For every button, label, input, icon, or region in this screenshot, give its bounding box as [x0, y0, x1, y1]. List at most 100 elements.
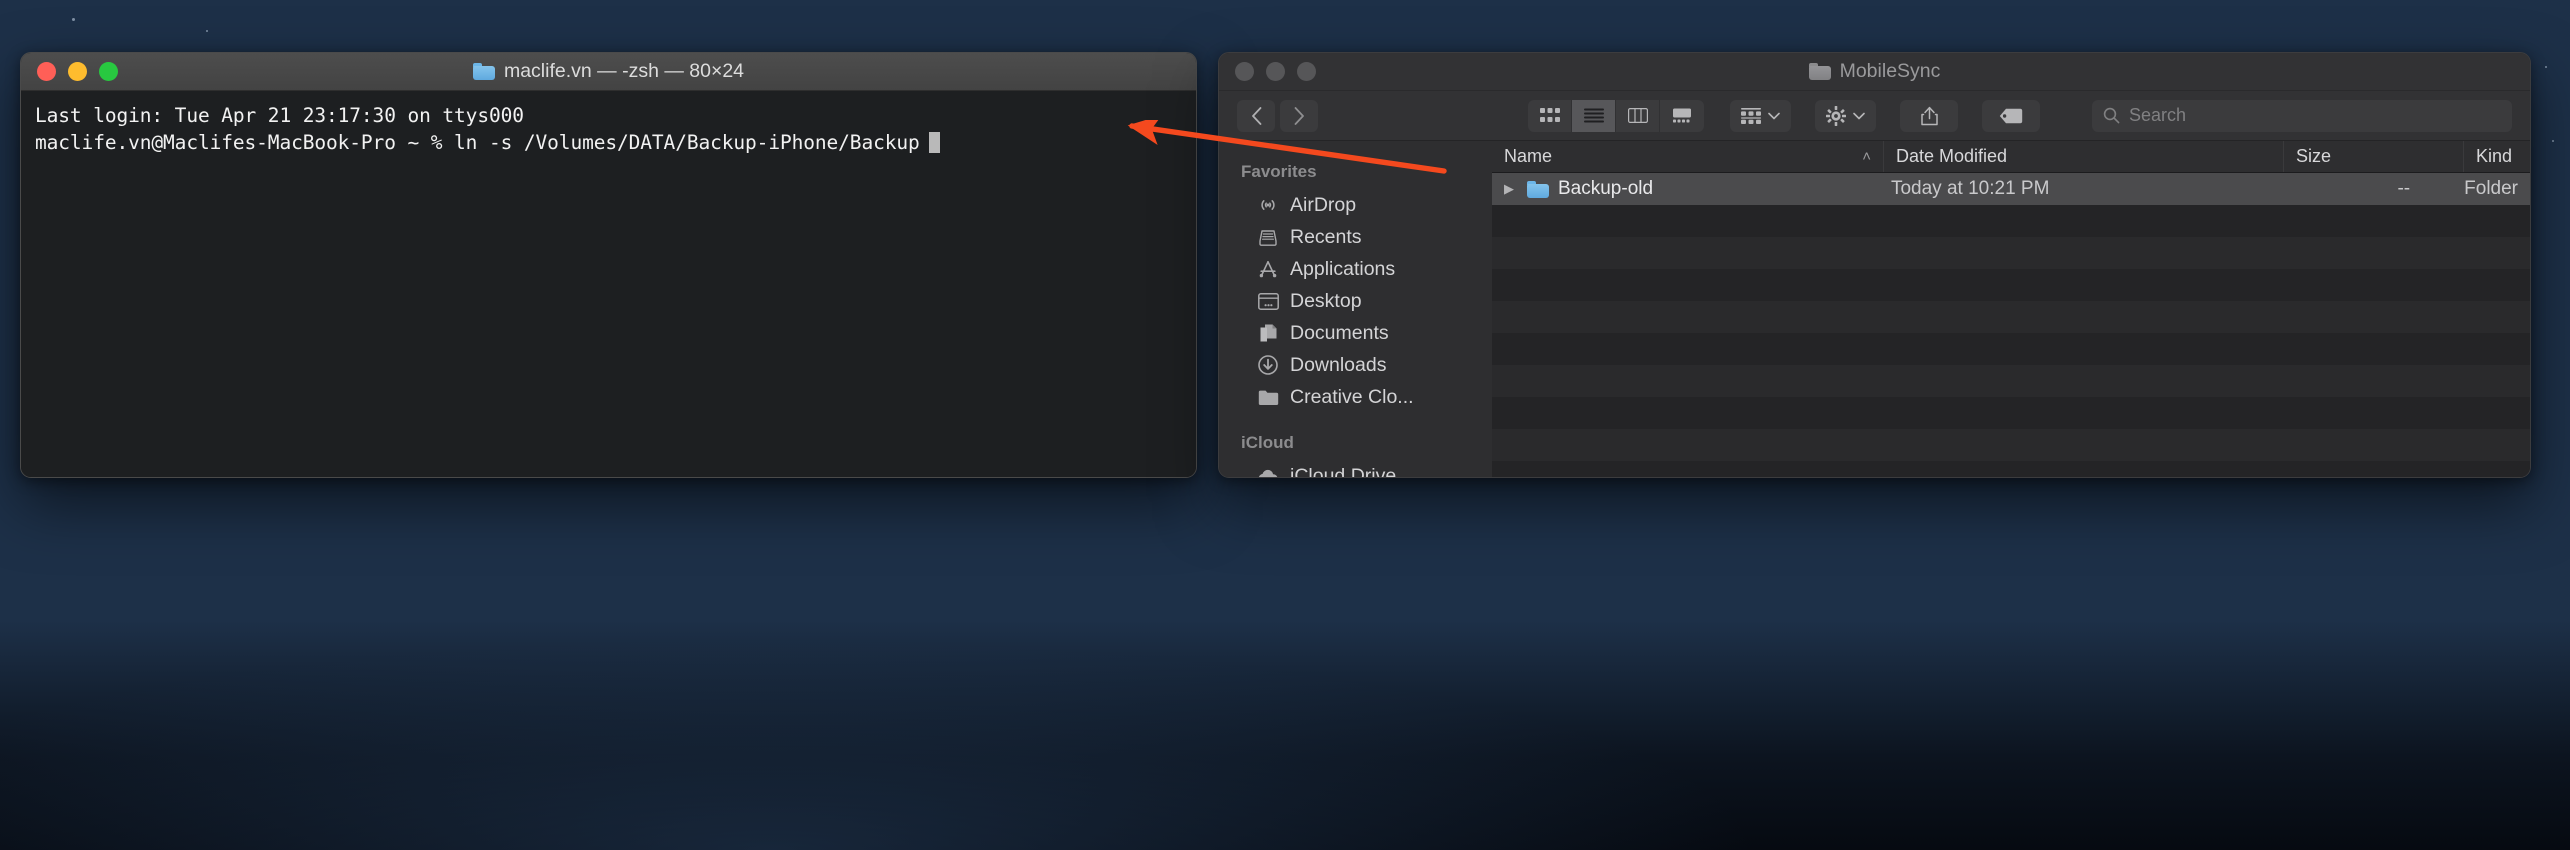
terminal-line-1: Last login: Tue Apr 21 23:17:30 on ttys0… [35, 104, 524, 127]
cell-size: -- [2274, 173, 2452, 205]
empty-row [1492, 301, 2530, 333]
column-header-date-modified[interactable]: Date Modified [1884, 141, 2284, 172]
sidebar-item-recents[interactable]: Recents [1219, 221, 1492, 253]
empty-row [1492, 429, 2530, 461]
chevron-left-icon [1251, 107, 1262, 125]
airdrop-icon [1257, 194, 1279, 216]
column-header-name[interactable]: Name ˄ [1492, 141, 1884, 172]
downloads-icon [1257, 354, 1279, 376]
terminal-title-text: maclife.vn — -zsh — 80×24 [504, 60, 744, 83]
folder-icon [1809, 63, 1831, 80]
chevron-down-icon [1768, 112, 1780, 120]
columns-icon [1628, 108, 1648, 123]
gallery-view-button[interactable] [1660, 100, 1704, 132]
chevron-down-icon [1853, 112, 1865, 120]
sidebar-item-desktop[interactable]: Desktop [1219, 285, 1492, 317]
empty-row [1492, 237, 2530, 269]
sidebar-item-airdrop[interactable]: AirDrop [1219, 189, 1492, 221]
sidebar-header-icloud: iCloud [1219, 413, 1492, 460]
sidebar-item-creative-cloud[interactable]: Creative Clo... [1219, 381, 1492, 413]
terminal-window[interactable]: maclife.vn — -zsh — 80×24 Last login: Tu… [20, 52, 1197, 478]
sort-ascending-icon: ˄ [1862, 148, 1871, 165]
share-icon [1921, 106, 1938, 126]
column-label: Name [1504, 146, 1552, 167]
folder-icon [1257, 386, 1279, 408]
sidebar-item-label: iCloud Drive [1290, 465, 1396, 478]
column-header-kind[interactable]: Kind [2464, 141, 2530, 172]
sidebar-item-label: Creative Clo... [1290, 386, 1414, 409]
terminal-title-group: maclife.vn — -zsh — 80×24 [21, 53, 1196, 90]
finder-title-group: MobileSync [1219, 53, 2530, 90]
sidebar-header-favorites: Favorites [1219, 153, 1492, 189]
sidebar-item-downloads[interactable]: Downloads [1219, 349, 1492, 381]
empty-row [1492, 269, 2530, 301]
group-by-button[interactable] [1730, 100, 1791, 132]
search-icon [2103, 107, 2120, 124]
sidebar-item-label: Applications [1290, 258, 1395, 281]
close-button[interactable] [1235, 62, 1254, 81]
minimize-button[interactable] [1266, 62, 1285, 81]
star [206, 30, 208, 32]
sidebar-item-applications[interactable]: Applications [1219, 253, 1492, 285]
finder-traffic-lights [1219, 62, 1316, 81]
close-button[interactable] [37, 62, 56, 81]
block-cursor [929, 132, 940, 153]
action-gear-button[interactable] [1815, 100, 1876, 132]
tag-button[interactable] [1982, 100, 2040, 132]
empty-row [1492, 397, 2530, 429]
finder-sidebar: Favorites AirDrop [1219, 141, 1492, 477]
icon-view-button[interactable] [1528, 100, 1572, 132]
recents-icon [1257, 226, 1279, 248]
finder-toolbar: Search [1219, 91, 2530, 141]
group-icon [1741, 108, 1761, 124]
table-row[interactable]: ▶ Backup-old Today at 10:21 PM -- Folder [1492, 173, 2530, 205]
sidebar-item-label: Downloads [1290, 354, 1386, 377]
empty-row [1492, 205, 2530, 237]
empty-row [1492, 461, 2530, 477]
gallery-icon [1672, 108, 1692, 123]
file-list: Name ˄ Date Modified Size Kind ▶ [1492, 141, 2530, 477]
column-header-size[interactable]: Size [2284, 141, 2464, 172]
cell-kind: Folder [2452, 173, 2530, 205]
file-name: Backup-old [1558, 178, 1653, 200]
share-button[interactable] [1900, 100, 1958, 132]
sidebar-item-label: Recents [1290, 226, 1362, 249]
cloud-icon [1257, 465, 1279, 477]
terminal-line-2: maclife.vn@Maclifes-MacBook-Pro ~ % ln -… [35, 131, 920, 154]
forward-button[interactable] [1280, 100, 1318, 132]
terminal-output[interactable]: Last login: Tue Apr 21 23:17:30 on ttys0… [21, 91, 1196, 477]
star [72, 18, 75, 21]
zoom-button[interactable] [1297, 62, 1316, 81]
finder-title-text: MobileSync [1840, 60, 1941, 83]
navigation-buttons [1237, 100, 1318, 132]
finder-window[interactable]: MobileSync [1218, 52, 2531, 478]
star [2545, 66, 2547, 68]
minimize-button[interactable] [68, 62, 87, 81]
search-placeholder: Search [2129, 105, 2186, 126]
folder-icon [1527, 181, 1549, 198]
chevron-right-icon [1294, 107, 1305, 125]
back-button[interactable] [1237, 100, 1275, 132]
search-field[interactable]: Search [2092, 100, 2512, 132]
sidebar-item-icloud-drive[interactable]: iCloud Drive [1219, 460, 1492, 477]
column-label: Kind [2476, 146, 2512, 167]
desktop-wallpaper-lower [0, 620, 2570, 850]
column-label: Date Modified [1896, 146, 2007, 167]
cell-name: ▶ Backup-old [1492, 173, 1879, 205]
star [2552, 140, 2554, 142]
zoom-button[interactable] [99, 62, 118, 81]
applications-icon [1257, 258, 1279, 280]
sidebar-item-documents[interactable]: Documents [1219, 317, 1492, 349]
list-view-button[interactable] [1572, 100, 1616, 132]
column-view-button[interactable] [1616, 100, 1660, 132]
terminal-titlebar[interactable]: maclife.vn — -zsh — 80×24 [21, 53, 1196, 91]
view-mode-segmented-control [1528, 100, 1704, 132]
folder-icon [473, 63, 495, 80]
grid-icon [1540, 108, 1560, 123]
finder-titlebar[interactable]: MobileSync [1219, 53, 2530, 91]
sidebar-item-label: Desktop [1290, 290, 1362, 313]
documents-icon [1257, 322, 1279, 344]
desktop-icon [1257, 290, 1279, 312]
gear-icon [1826, 106, 1846, 126]
disclosure-triangle-icon[interactable]: ▶ [1504, 181, 1518, 197]
